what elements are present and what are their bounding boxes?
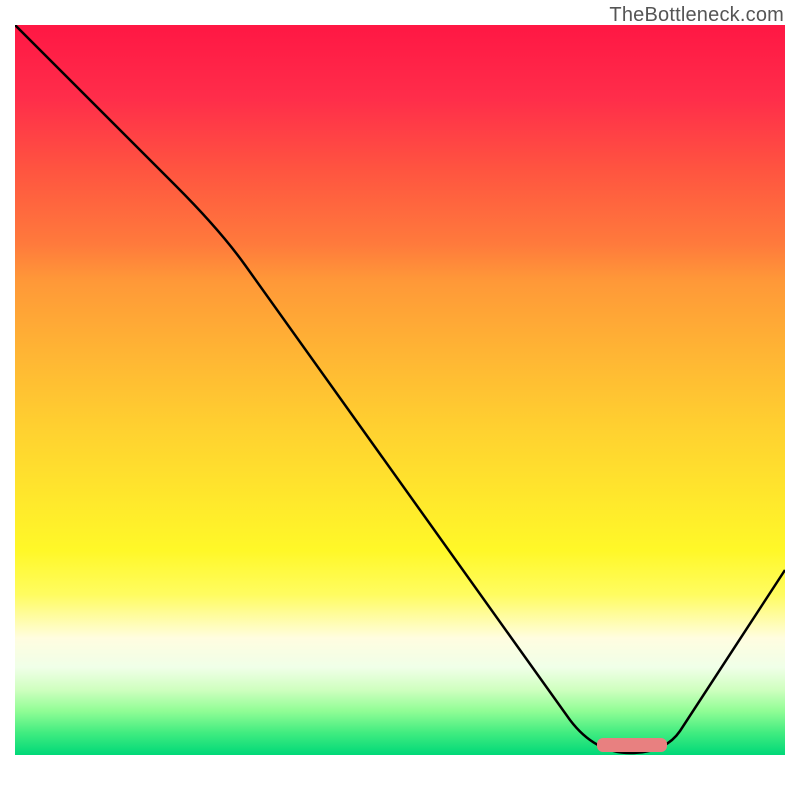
chart-area [15,25,785,795]
watermark-text: TheBottleneck.com [609,4,784,27]
background-gradient [15,25,785,755]
optimal-marker [597,738,667,752]
